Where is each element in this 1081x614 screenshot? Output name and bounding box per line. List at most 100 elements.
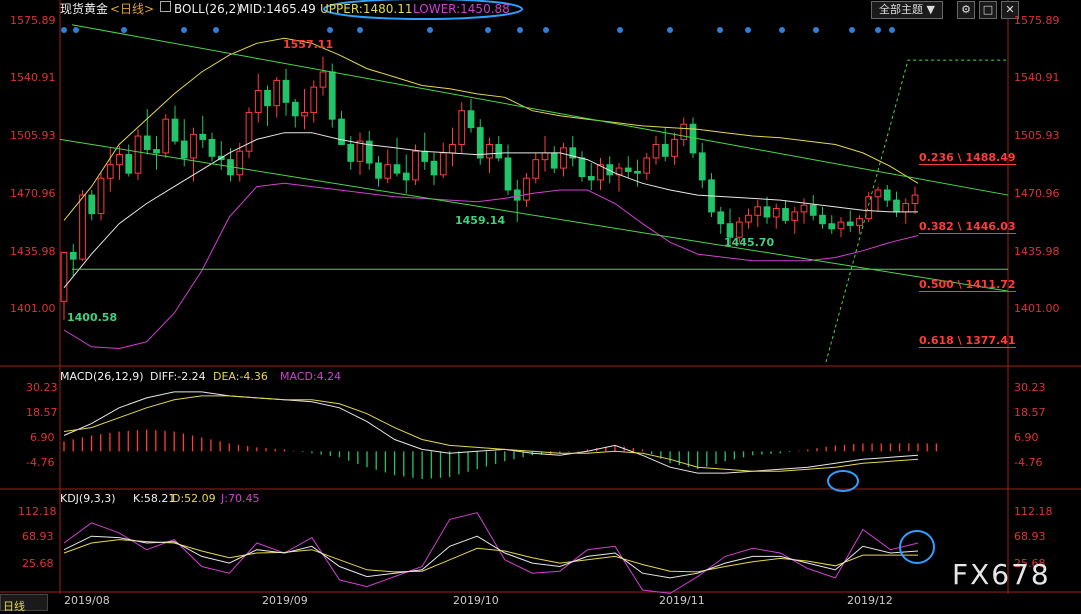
x-tick: 2019/09 xyxy=(262,594,308,607)
candle-body xyxy=(319,71,327,88)
candle-body xyxy=(902,202,910,213)
x-tick: 2019/10 xyxy=(453,594,499,607)
y-tick-left: 1505.93 xyxy=(10,129,56,142)
candle-body xyxy=(661,143,669,157)
restore-icon[interactable]: □ xyxy=(979,1,997,19)
kdj-y-tick: 112.18 xyxy=(1014,505,1053,518)
candle-body xyxy=(356,140,364,162)
macd-y-tick: 18.57 xyxy=(1014,406,1046,419)
candle-body xyxy=(652,143,660,159)
boll-toggle-icon[interactable] xyxy=(160,1,171,12)
candle-body xyxy=(560,147,567,169)
fib-level-label: 0.500 \ 1411.72 xyxy=(919,278,1016,292)
candle-body xyxy=(541,152,549,161)
candle-body xyxy=(97,177,105,215)
watermark-logo: FX678 xyxy=(952,558,1051,591)
macd-name: MACD(26,12,9) xyxy=(60,370,144,383)
y-tick-right: 1575.89 xyxy=(1014,14,1060,27)
macd-y-tick: -4.76 xyxy=(1014,456,1043,469)
macd-y-tick: 30.23 xyxy=(1014,381,1046,394)
kdj-y-tick: 68.93 xyxy=(1014,530,1046,543)
signal-dot xyxy=(875,27,881,33)
candle-body xyxy=(134,135,142,174)
y-tick-right: 1401.00 xyxy=(1014,302,1060,315)
candle-body xyxy=(735,221,743,238)
macd-diff-line xyxy=(63,391,919,474)
candle-body xyxy=(828,223,836,230)
settings-icon[interactable]: ⚙ xyxy=(957,1,975,19)
instrument-name[interactable]: 现货黄金 xyxy=(60,0,108,18)
macd-y-tick: 6.90 xyxy=(30,431,55,444)
candle-body xyxy=(282,79,290,103)
projection-line xyxy=(825,59,1008,363)
macd-y-tick: 30.23 xyxy=(26,381,58,394)
candle-body xyxy=(717,211,725,225)
y-tick-left: 1435.98 xyxy=(10,245,56,258)
kdj-j: J:70.45 xyxy=(221,492,260,505)
candle-body xyxy=(254,90,262,113)
candle-body xyxy=(846,221,854,226)
theme-dropdown[interactable]: 全部主题 ▼ xyxy=(871,1,943,19)
candle-body xyxy=(208,138,216,157)
macd-y-tick: 18.57 xyxy=(26,406,58,419)
signal-dot xyxy=(327,27,333,33)
candle-body xyxy=(513,189,521,201)
candle-body xyxy=(754,206,762,216)
kdj-k: K:58.21 xyxy=(133,492,176,505)
candle-body xyxy=(791,211,799,221)
candle-body xyxy=(375,162,382,179)
signal-dot xyxy=(181,27,187,33)
signal-dot xyxy=(779,27,785,33)
candle-body xyxy=(458,110,466,145)
signal-dot xyxy=(617,27,623,33)
signal-dot xyxy=(849,27,855,33)
boll-upper-line xyxy=(63,37,919,221)
y-tick-left: 1540.91 xyxy=(10,71,56,84)
period-tab[interactable]: 日线 xyxy=(0,594,48,613)
candle-body xyxy=(745,214,752,223)
candle-body xyxy=(772,208,780,218)
kdj-name: KDJ(9,3,3) xyxy=(60,492,116,505)
macd-dea: DEA:-4.36 xyxy=(213,370,268,383)
signal-dot xyxy=(517,27,523,33)
highlight-ellipse xyxy=(827,470,859,492)
low-annotation: 1400.58 xyxy=(67,311,118,324)
period-label[interactable]: <日线> xyxy=(110,0,154,18)
chart-canvas xyxy=(0,0,1081,594)
candle-body xyxy=(698,152,706,181)
candle-body xyxy=(60,251,68,302)
candle-body xyxy=(69,251,77,260)
y-tick-right: 1470.96 xyxy=(1014,187,1060,200)
candle-body xyxy=(532,159,540,179)
kdj-d: D:52.09 xyxy=(172,492,216,505)
candle-body xyxy=(190,133,197,159)
boll-upper-value: UPPER:1480.11 xyxy=(320,2,413,16)
x-tick: 2019/12 xyxy=(847,594,893,607)
candle-body xyxy=(328,71,336,120)
signal-dot xyxy=(61,27,67,33)
candle-body xyxy=(837,221,845,230)
signal-dot xyxy=(427,27,433,33)
candle-body xyxy=(116,154,123,166)
candle-body xyxy=(88,194,96,215)
x-tick: 2019/08 xyxy=(64,594,110,607)
theme-dropdown-label: 全部主题 xyxy=(879,3,924,16)
fib-level-label: 0.382 \ 1446.03 xyxy=(919,220,1016,234)
signal-dot xyxy=(485,27,491,33)
macd-diff: DIFF:-2.24 xyxy=(150,370,206,383)
candle-body xyxy=(199,133,207,140)
signal-dot xyxy=(745,27,751,33)
candle-body xyxy=(402,172,410,181)
candle-body xyxy=(171,118,179,142)
candle-body xyxy=(486,143,493,159)
candle-body xyxy=(874,189,882,198)
candle-body xyxy=(264,90,271,107)
candle-body xyxy=(393,164,401,174)
candle-body xyxy=(809,204,817,216)
kdj-y-tick: 68.93 xyxy=(22,530,54,543)
candle-body xyxy=(291,101,299,117)
macd-dea-line xyxy=(63,395,919,472)
y-tick-right: 1505.93 xyxy=(1014,129,1060,142)
candle-body xyxy=(467,110,475,129)
chevron-down-icon: ▼ xyxy=(926,3,935,16)
